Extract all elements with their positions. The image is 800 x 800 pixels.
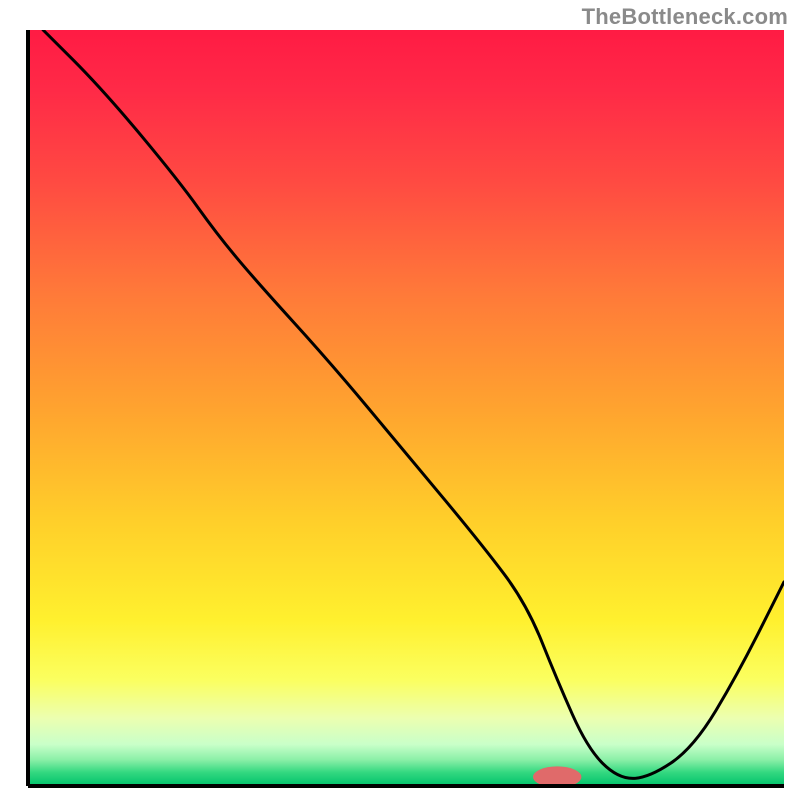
gradient-background <box>28 30 784 786</box>
chart-svg <box>0 0 800 800</box>
watermark-text: TheBottleneck.com <box>582 4 788 30</box>
bottleneck-chart: TheBottleneck.com <box>0 0 800 800</box>
